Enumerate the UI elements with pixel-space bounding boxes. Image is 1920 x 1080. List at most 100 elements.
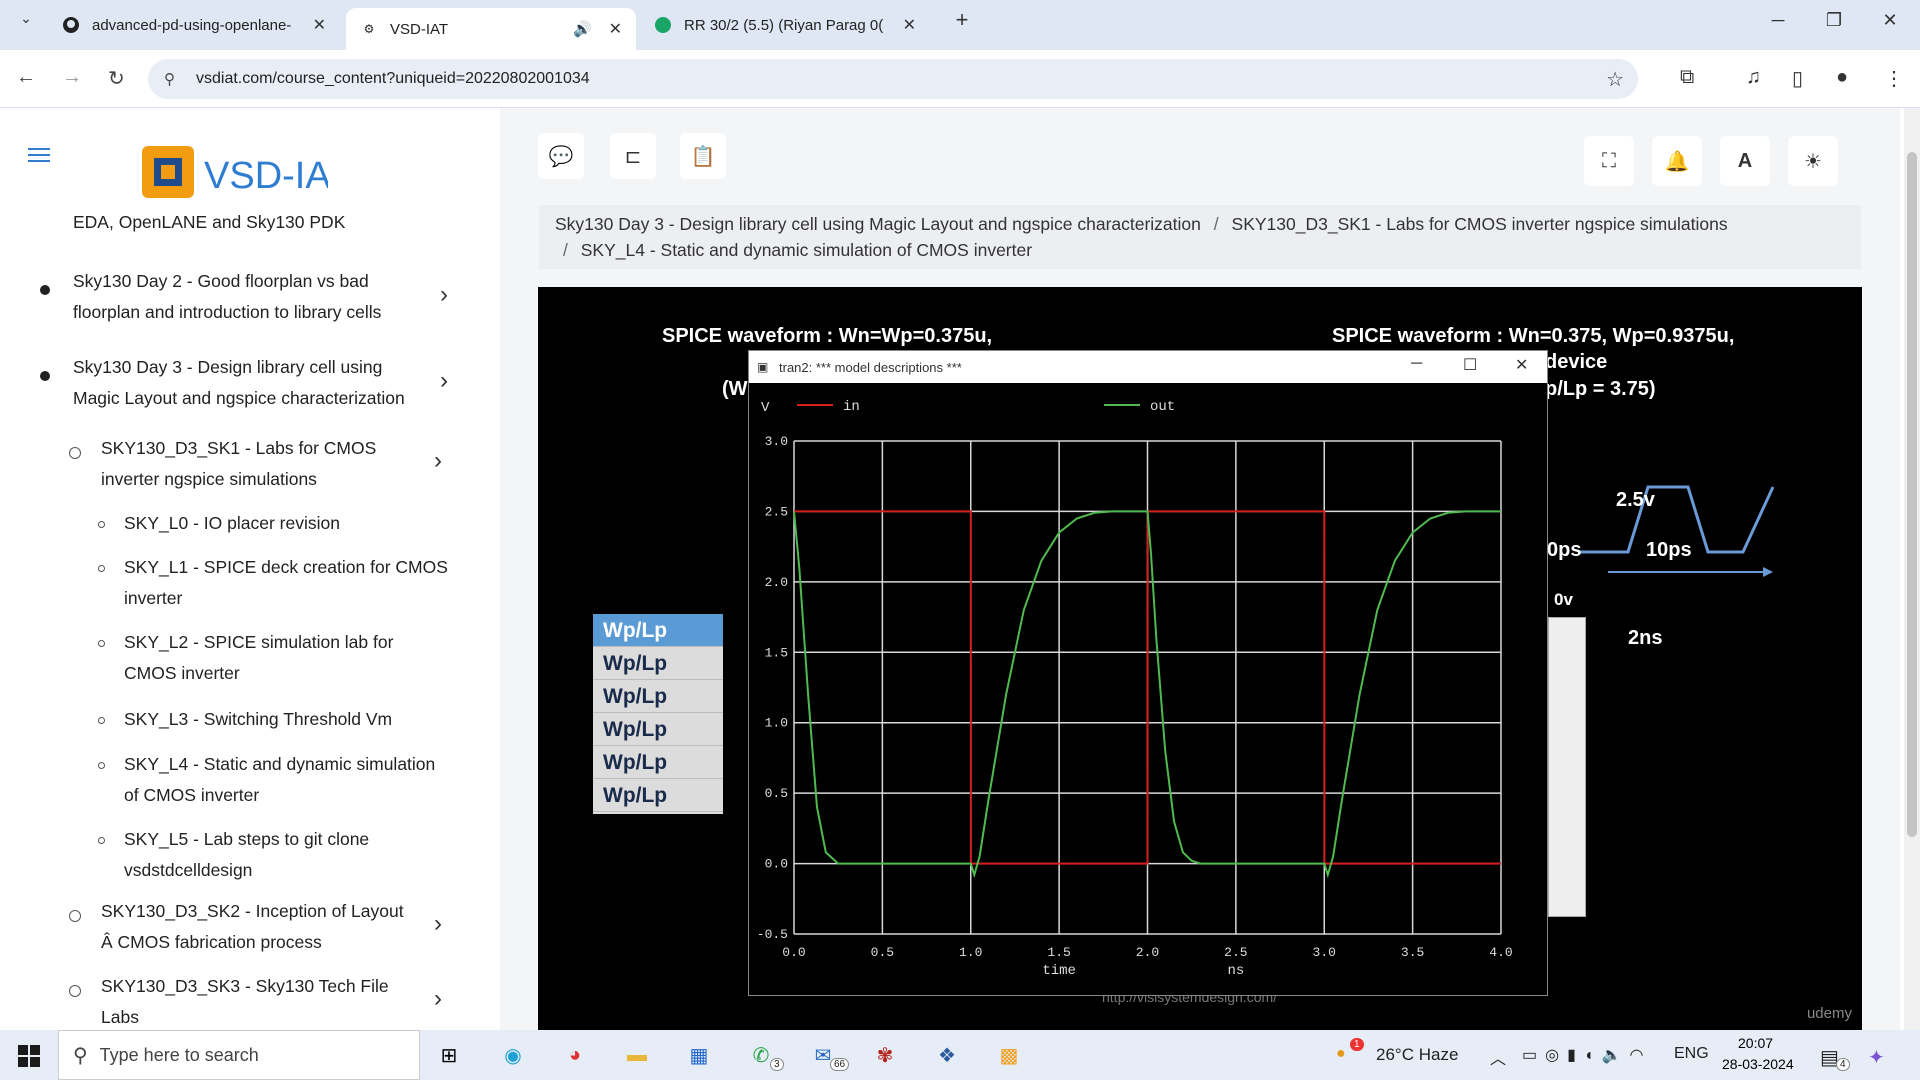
pulse-vlow: 0v [1554,590,1573,609]
media-control-icon[interactable]: ♫ [1746,66,1761,89]
small-circle-bullet-icon [98,640,105,647]
tab-search-icon[interactable]: ⌄ [6,10,46,27]
scroll-thumb[interactable] [1907,152,1917,837]
taskbar-search-box[interactable]: ⚲ Type here to search [58,1030,420,1080]
edge-icon[interactable]: ◉ [498,1040,528,1070]
hamburger-menu-icon[interactable] [28,148,50,166]
small-circle-bullet-icon [98,762,105,769]
breadcrumb-sk[interactable]: SKY130_D3_SK1 - Labs for CMOS inverter n… [1232,214,1728,234]
page-scrollbar[interactable] [1904,108,1920,1030]
small-circle-bullet-icon [98,837,105,844]
copilot-icon[interactable]: ✦ [1868,1045,1885,1070]
back-icon[interactable]: ← [16,66,36,89]
svg-text:VSD-IAT: VSD-IAT [204,155,328,197]
close-icon[interactable]: ✕ [609,19,622,39]
site-info-icon[interactable]: ⚲ [164,70,175,88]
small-circle-bullet-icon [98,565,105,572]
extensions-icon[interactable]: ⧉ [1680,66,1694,89]
legend-label-in: in [843,399,860,415]
task-view-icon[interactable]: ⊞ [434,1040,464,1070]
weather-text[interactable]: 26°C Haze [1376,1045,1458,1065]
x-tick-label: 2.5 [1224,945,1247,960]
app-icon[interactable]: ✾ [870,1040,900,1070]
notification-button[interactable]: 🔔 [1652,136,1702,186]
clipboard-button[interactable]: 📋 [680,133,726,179]
theme-toggle-button[interactable]: ☀ [1788,136,1838,186]
sidebar-lesson-label: SKY_L4 - Static and dynamic simulation [124,754,436,774]
sidebar-lesson-label: CMOS inverter [124,663,240,683]
pulse-rise: 0ps [1547,539,1582,561]
mail-badge: 66 [830,1058,850,1071]
wp-lp-row: Wp/Lp [593,746,723,779]
close-icon[interactable]: ✕ [313,15,326,35]
chevron-right-icon[interactable]: › [434,910,442,938]
minimize-icon[interactable]: ─ [1758,10,1798,31]
menu-icon[interactable]: ⋮ [1884,66,1904,91]
tab-title: RR 30/2 (5.5) (Riyan Parag 0(3) [684,16,884,34]
breadcrumb-lesson: SKY_L4 - Static and dynamic simulation o… [580,240,1033,260]
close-window-icon[interactable]: ✕ [1870,10,1910,31]
maximize-icon[interactable]: ☐ [1463,355,1477,375]
sidebar-lesson-label: SKY_L2 - SPICE simulation lab for [124,632,394,652]
ngspice-plot-window[interactable]: ▣ tran2: *** model descriptions *** ─ ☐ … [748,350,1548,996]
bookmark-star-icon[interactable]: ☆ [1606,67,1624,92]
virtualbox-icon[interactable]: ❖ [932,1040,962,1070]
chrome-icon[interactable]: ◕ [560,1040,590,1070]
chat-button[interactable]: 💬 [538,133,584,179]
circle-bullet-icon [69,985,81,997]
profile-avatar[interactable]: ● [1836,66,1848,89]
tray-icons[interactable]: ▭◎▮◖🔈◠ [1522,1045,1651,1065]
sidebar-sk-label: Â CMOS fabrication process [101,932,322,952]
side-panel-icon[interactable]: ▯ [1792,66,1803,91]
clock-time[interactable]: 20:07 [1738,1035,1773,1051]
speaker-icon[interactable]: 🔊 [573,20,592,38]
y-tick-label: 0.5 [765,786,788,801]
new-tab-icon[interactable]: + [942,7,982,33]
wp-lp-row: Wp/Lp [593,779,723,812]
chevron-right-icon[interactable]: › [434,447,442,475]
slide-right-sub1: device [1545,351,1608,373]
background-window [1548,617,1586,917]
ngspice-titlebar[interactable]: ▣ tran2: *** model descriptions *** ─ ☐ … [749,351,1547,383]
notes-button[interactable]: ⊏ [610,133,656,179]
weather-icon[interactable]: ● [1336,1045,1346,1063]
tab-github[interactable]: advanced-pd-using-openlane-s ✕ [48,6,340,44]
pulse-fall: 10ps [1646,539,1692,561]
clock-date[interactable]: 28-03-2024 [1722,1056,1794,1072]
close-icon[interactable]: ✕ [903,15,916,35]
chevron-right-icon[interactable]: › [434,985,442,1013]
minimize-icon[interactable]: ─ [1411,355,1422,373]
chevron-right-icon[interactable]: › [440,367,448,395]
fullscreen-button[interactable]: ⛶ [1584,136,1634,186]
store-icon[interactable]: ▦ [684,1040,714,1070]
forward-icon[interactable]: → [62,66,82,89]
close-icon[interactable]: ✕ [1515,355,1528,375]
tab-cricbuzz[interactable]: RR 30/2 (5.5) (Riyan Parag 0(3) ✕ [640,6,930,44]
tab-vsd-iat[interactable]: ⚙ VSD-IAT 🔊 ✕ [346,8,636,50]
language-indicator[interactable]: ENG [1674,1045,1709,1063]
pulse-vhigh: 2.5v [1616,489,1655,511]
profile-button[interactable]: A [1720,136,1770,186]
slide-right-title: SPICE waveform : Wn=0.375, Wp=0.9375u, [1332,325,1735,347]
bullet-icon [40,285,50,295]
breadcrumb-sep: / [563,240,568,260]
breadcrumb-day[interactable]: Sky130 Day 3 - Design library cell using… [555,214,1201,234]
y-tick-label: 3.0 [765,434,788,449]
address-bar[interactable]: ⚲ vsdiat.com/course_content?uniqueid=202… [148,59,1638,99]
reload-icon[interactable]: ↻ [108,66,125,91]
restore-icon[interactable]: ❐ [1814,10,1854,31]
course-sidebar: VSD-IAT EDA, OpenLANE and Sky130 PDK Sky… [0,108,500,1030]
sidebar-day-label: Sky130 Day 2 - Good floorplan vs bad [73,271,369,291]
x-axis-unit: ns [1227,963,1244,979]
file-explorer-icon[interactable]: ▬ [622,1040,652,1070]
pulse-diagram [1578,485,1775,577]
x-axis-label: time [1042,963,1076,979]
x-tick-label: 0.5 [871,945,894,960]
terminal-icon[interactable]: ▩ [994,1040,1024,1070]
github-icon [62,16,80,34]
breadcrumb: Sky130 Day 3 - Design library cell using… [539,205,1861,269]
windows-start-icon[interactable] [18,1045,40,1067]
chevron-right-icon[interactable]: › [440,281,448,309]
show-hidden-icon[interactable]: ︿ [1490,1045,1506,1069]
sidebar-lesson-label: SKY_L0 - IO placer revision [124,513,340,533]
